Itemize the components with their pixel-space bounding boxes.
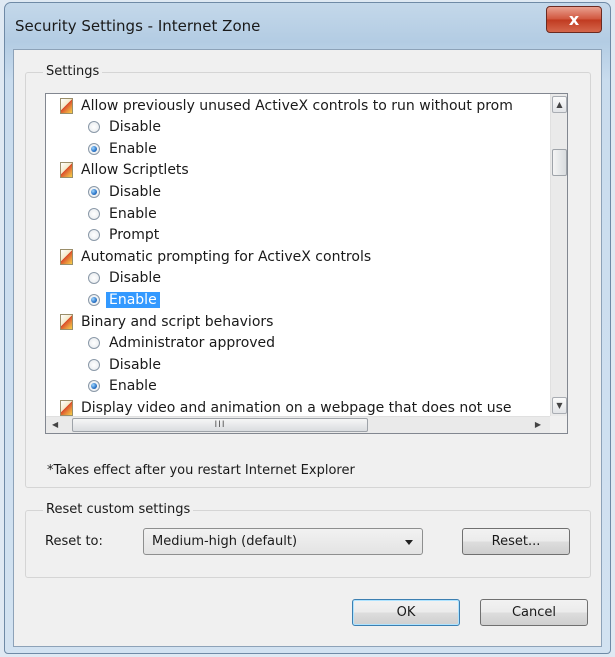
setting-label: Binary and script behaviors bbox=[81, 313, 274, 330]
horizontal-scroll-thumb[interactable]: III bbox=[72, 418, 368, 432]
setting-option[interactable]: Disable bbox=[46, 268, 161, 289]
setting-label: Allow previously unused ActiveX controls… bbox=[81, 97, 513, 114]
setting-option[interactable]: Prompt bbox=[46, 225, 159, 246]
setting-label: Disable bbox=[109, 356, 161, 373]
setting-category[interactable]: Automatic prompting for ActiveX controls bbox=[46, 246, 371, 267]
vertical-scrollbar[interactable]: ▲ ▼ bbox=[550, 94, 567, 416]
setting-option[interactable]: Disable bbox=[46, 354, 161, 375]
reset-group-label: Reset custom settings bbox=[43, 502, 194, 517]
reset-level-dropdown[interactable]: Medium-high (default) bbox=[143, 528, 423, 555]
setting-label: Automatic prompting for ActiveX controls bbox=[81, 248, 372, 265]
radio-icon[interactable] bbox=[88, 229, 100, 242]
horizontal-scrollbar[interactable]: ◀ III ▶ bbox=[46, 416, 551, 433]
setting-label: Enable bbox=[109, 378, 157, 395]
settings-listbox[interactable]: Allow previously unused ActiveX controls… bbox=[45, 93, 568, 434]
scroll-up-button[interactable]: ▲ bbox=[552, 96, 567, 113]
setting-label: Administrator approved bbox=[109, 335, 276, 352]
radio-selected-icon[interactable] bbox=[88, 142, 100, 155]
setting-label: Disable bbox=[109, 119, 161, 136]
setting-category-icon bbox=[60, 248, 73, 265]
setting-label: Disable bbox=[109, 183, 161, 200]
vertical-scroll-thumb[interactable] bbox=[552, 149, 567, 176]
window-title: Security Settings - Internet Zone bbox=[15, 17, 261, 35]
scroll-grip: III bbox=[214, 420, 226, 430]
radio-icon[interactable] bbox=[88, 337, 100, 350]
setting-category[interactable]: Allow Scriptlets bbox=[46, 160, 189, 181]
settings-list: Allow previously unused ActiveX controls… bbox=[46, 94, 536, 416]
setting-label: Enable bbox=[106, 291, 160, 308]
security-settings-dialog: Security Settings - Internet Zone x Sett… bbox=[4, 2, 611, 654]
setting-option[interactable]: Enable bbox=[46, 138, 157, 159]
setting-label: Display video and animation on a webpage… bbox=[81, 399, 512, 416]
setting-option[interactable]: Disable bbox=[46, 181, 161, 202]
radio-icon[interactable] bbox=[88, 272, 100, 285]
radio-selected-icon[interactable] bbox=[88, 185, 100, 198]
setting-category-icon bbox=[60, 97, 73, 114]
close-button[interactable]: x bbox=[546, 6, 602, 33]
reset-button[interactable]: Reset... bbox=[462, 528, 570, 555]
setting-option[interactable]: Enable bbox=[46, 289, 160, 310]
setting-category-icon bbox=[60, 162, 73, 179]
arrow-right-icon[interactable]: ▶ bbox=[535, 420, 541, 429]
setting-category[interactable]: Binary and script behaviors bbox=[46, 311, 273, 332]
radio-icon[interactable] bbox=[88, 358, 100, 371]
radio-icon[interactable] bbox=[88, 121, 100, 134]
settings-group-label: Settings bbox=[43, 64, 103, 79]
setting-label: Allow Scriptlets bbox=[81, 162, 189, 179]
setting-option[interactable]: Disable bbox=[46, 117, 161, 138]
setting-label: Disable bbox=[109, 270, 161, 287]
chevron-down-icon bbox=[405, 540, 413, 545]
close-icon: x bbox=[568, 10, 580, 29]
arrow-down-icon: ▼ bbox=[556, 401, 563, 410]
setting-option[interactable]: Administrator approved bbox=[46, 333, 275, 354]
arrow-up-icon: ▲ bbox=[556, 100, 563, 109]
setting-label: Enable bbox=[109, 205, 157, 222]
restart-note: *Takes effect after you restart Internet… bbox=[47, 463, 355, 478]
arrow-left-icon[interactable]: ◀ bbox=[52, 420, 58, 429]
setting-option[interactable]: Enable bbox=[46, 376, 157, 397]
ok-button[interactable]: OK bbox=[352, 599, 460, 626]
reset-level-value: Medium-high (default) bbox=[152, 534, 298, 549]
scroll-down-button[interactable]: ▼ bbox=[552, 397, 567, 414]
setting-category-icon bbox=[60, 399, 73, 416]
setting-category[interactable]: Display video and animation on a webpage… bbox=[46, 397, 512, 416]
reset-to-label: Reset to: bbox=[45, 534, 103, 549]
radio-selected-icon[interactable] bbox=[88, 380, 100, 393]
setting-category[interactable]: Allow previously unused ActiveX controls… bbox=[46, 95, 513, 116]
dialog-client-area: Settings Allow previously unused ActiveX… bbox=[13, 49, 602, 647]
radio-icon[interactable] bbox=[88, 207, 100, 220]
setting-label: Prompt bbox=[109, 227, 160, 244]
setting-option[interactable]: Enable bbox=[46, 203, 157, 224]
setting-category-icon bbox=[60, 313, 73, 330]
cancel-button[interactable]: Cancel bbox=[480, 599, 588, 626]
scrollbar-corner bbox=[550, 416, 567, 433]
setting-label: Enable bbox=[109, 140, 157, 157]
radio-selected-icon[interactable] bbox=[88, 293, 100, 306]
